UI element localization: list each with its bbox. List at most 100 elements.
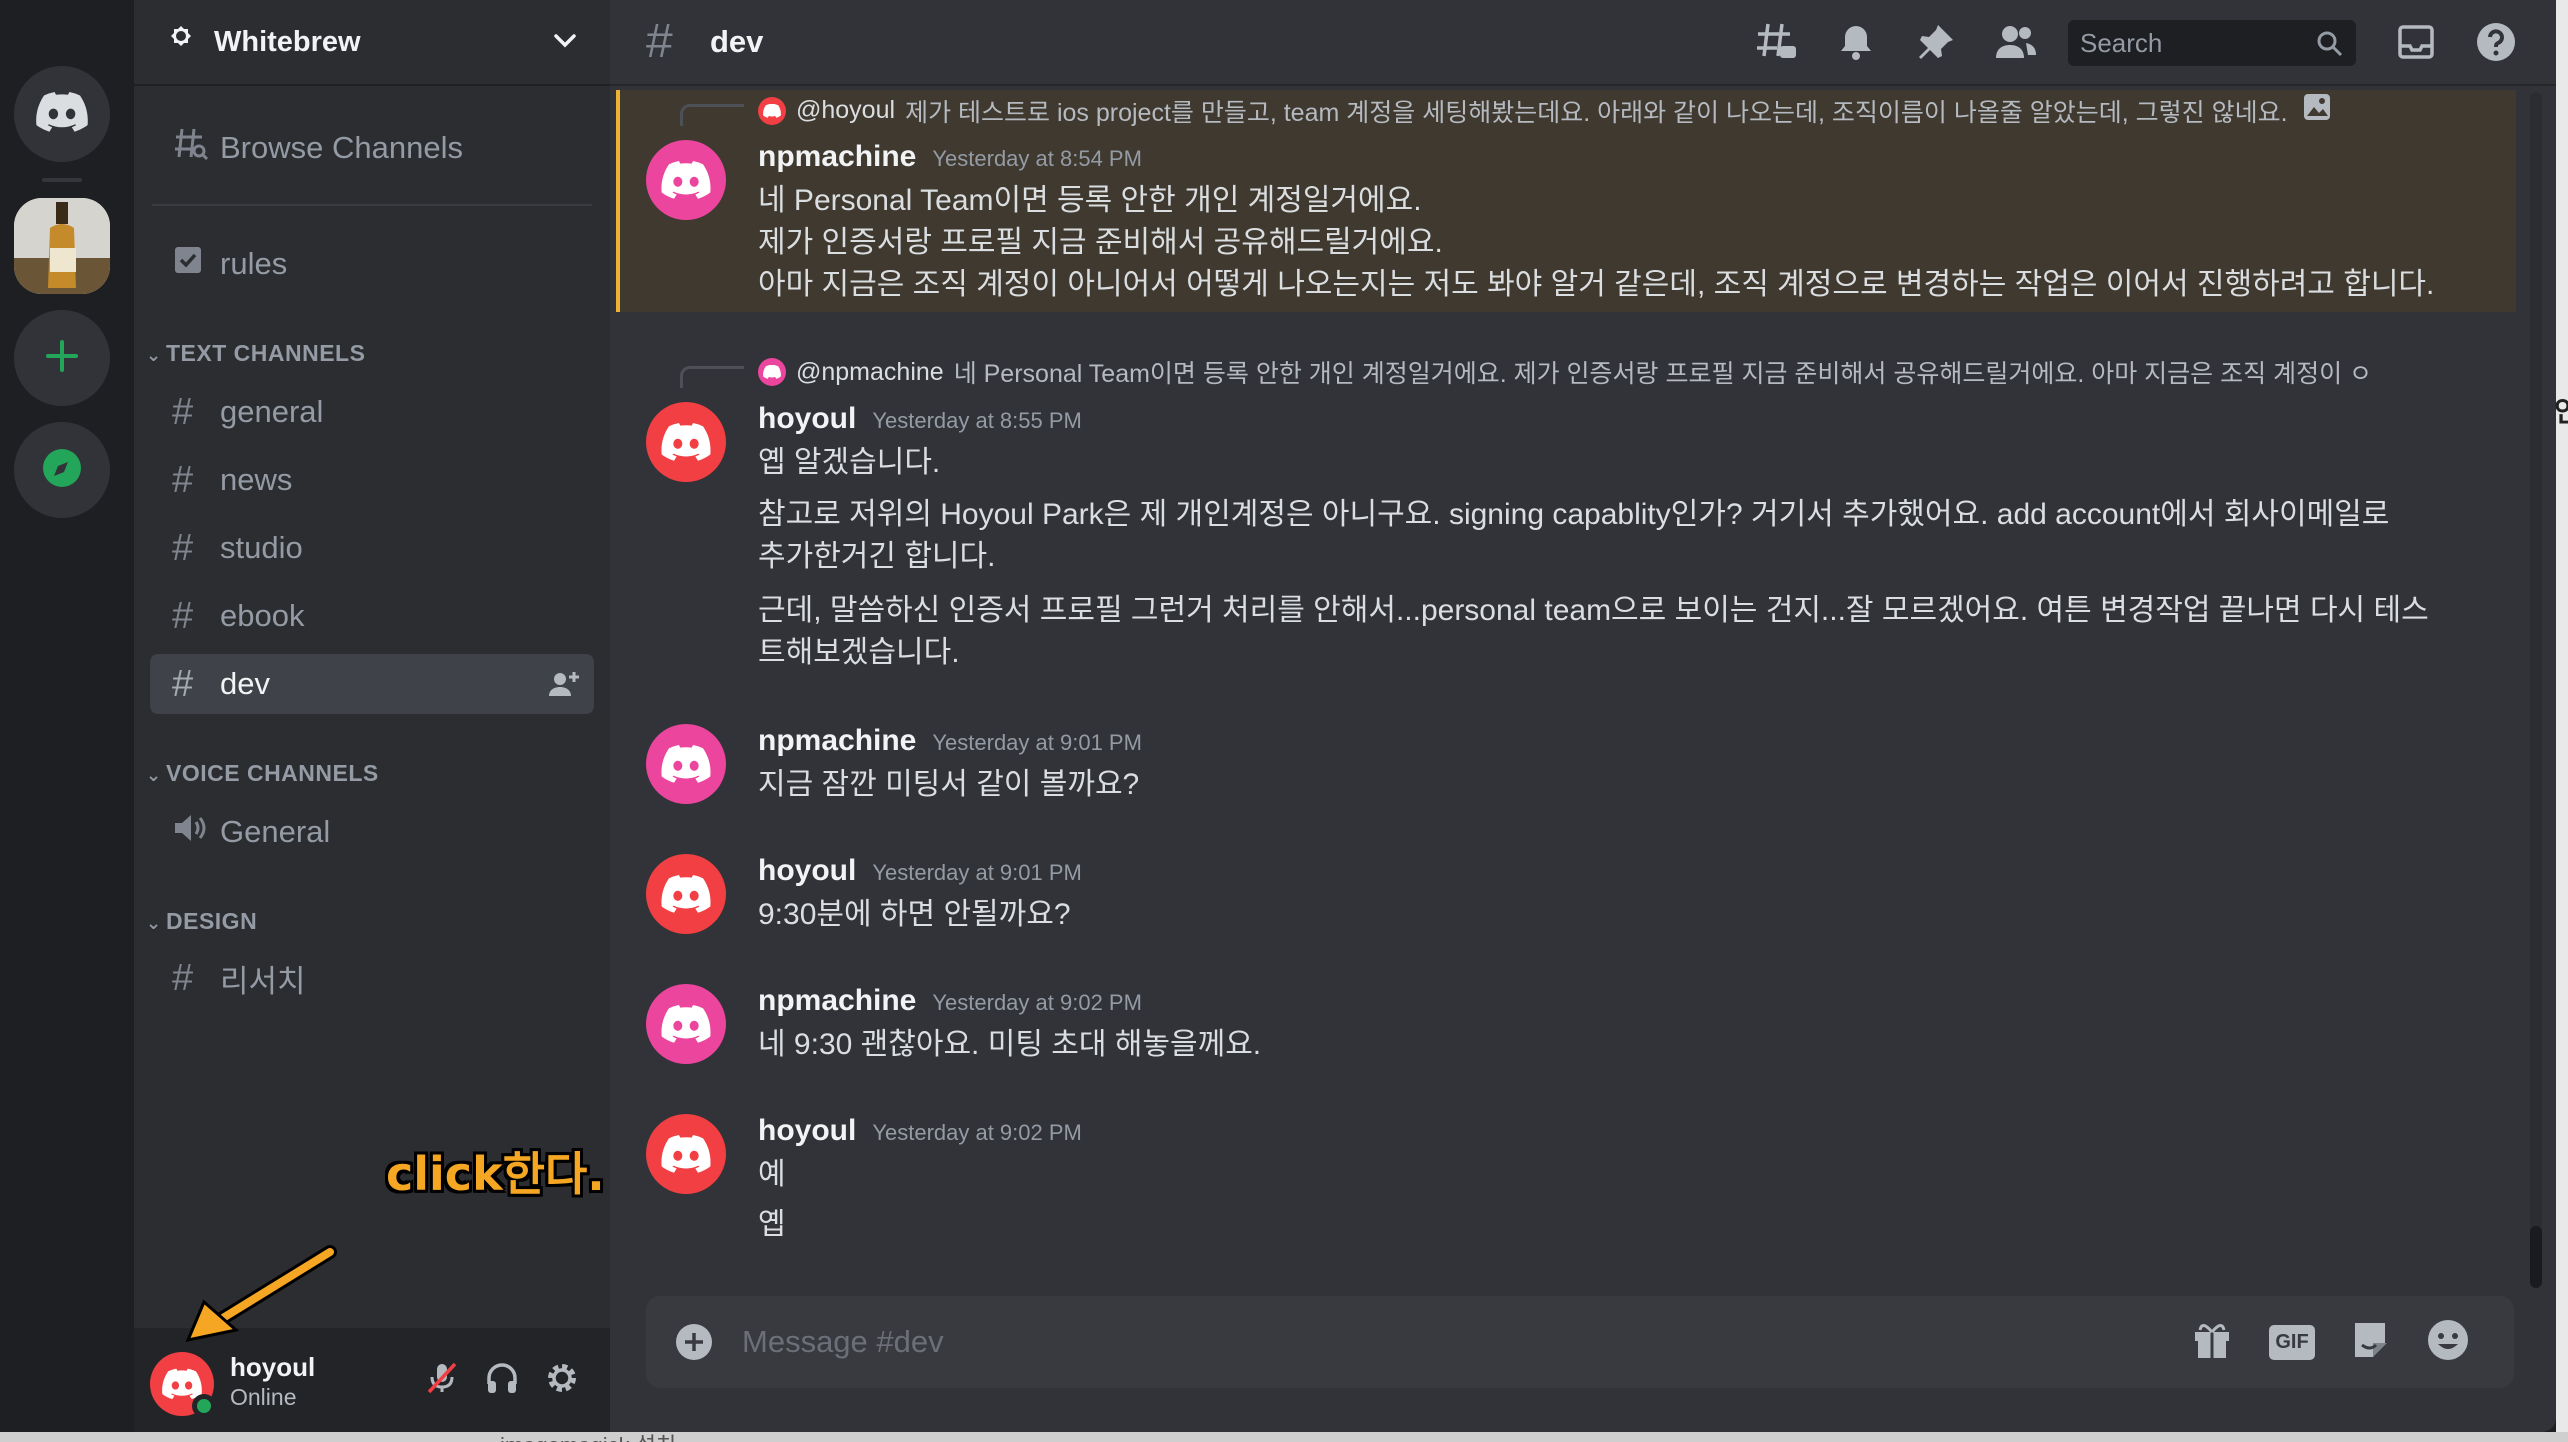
online-status-dot xyxy=(192,1394,216,1418)
chevron-down-icon[interactable] xyxy=(550,26,580,61)
desktop-edge xyxy=(2556,0,2568,1442)
help-button[interactable] xyxy=(2472,20,2520,68)
avatar[interactable] xyxy=(646,140,726,220)
browse-channels-icon xyxy=(172,125,220,171)
channel-title: dev xyxy=(710,24,764,59)
author-name[interactable]: hoyoul xyxy=(758,402,856,435)
author-name[interactable]: npmachine xyxy=(758,140,916,173)
add-server-button[interactable] xyxy=(14,310,110,406)
reply-preview[interactable]: @hoyoul 제가 테스트로 ios project를 만들고, team 계… xyxy=(758,92,2478,129)
server-icon-whitebrew[interactable] xyxy=(14,198,110,294)
author-name[interactable]: hoyoul xyxy=(758,1114,856,1147)
user-settings-button[interactable] xyxy=(540,1358,584,1402)
message-author[interactable]: npmachine Yesterday at 9:02 PM xyxy=(758,984,1142,1018)
mute-mic-icon xyxy=(424,1360,460,1401)
message-input[interactable] xyxy=(742,1320,2142,1364)
category-text-channels[interactable]: ⌄ TEXT CHANNELS xyxy=(146,340,365,367)
direct-messages-button[interactable] xyxy=(14,66,110,162)
threads-button[interactable] xyxy=(1752,20,1800,68)
hash-icon: # xyxy=(172,390,194,433)
channel-label: dev xyxy=(220,666,270,701)
server-name: Whitebrew xyxy=(214,25,361,58)
reply-mention: @hoyoul xyxy=(796,96,896,124)
reply-text: 네 Personal Team이면 등록 안한 개인 계정일거에요. 제가 인증… xyxy=(953,360,2373,388)
message-text: 아마 지금은 조직 계정이 아니어서 어떻게 나오는지는 저도 봐야 알거 같은… xyxy=(758,268,2435,301)
server-header[interactable]: Whitebrew xyxy=(134,0,610,86)
gif-button[interactable]: GIF xyxy=(2264,1318,2320,1366)
channel-label: 리서치 xyxy=(220,963,306,999)
background-window-text: 인 xyxy=(2554,396,2568,427)
message-author[interactable]: npmachine Yesterday at 9:01 PM xyxy=(758,724,1142,758)
message-timestamp: Yesterday at 9:01 PM xyxy=(932,730,1142,755)
reply-preview[interactable]: @npmachine 네 Personal Team이면 등록 안한 개인 계정… xyxy=(758,354,2478,390)
inbox-button[interactable] xyxy=(2392,20,2440,68)
notifications-button[interactable] xyxy=(1832,20,1880,68)
gift-button[interactable] xyxy=(2188,1318,2236,1366)
message-author[interactable]: hoyoul Yesterday at 8:55 PM xyxy=(758,402,1082,436)
hash-icon: # xyxy=(172,956,194,999)
channel-dev[interactable]: # dev xyxy=(150,654,594,714)
avatar[interactable] xyxy=(646,724,726,804)
browse-channels-item[interactable]: Browse Channels xyxy=(150,118,594,178)
avatar[interactable] xyxy=(646,854,726,934)
avatar[interactable] xyxy=(646,984,726,1064)
emoji-button[interactable] xyxy=(2424,1318,2472,1366)
deafen-button[interactable] xyxy=(480,1358,524,1402)
member-list-button[interactable] xyxy=(1992,20,2040,68)
sidebar-divider xyxy=(152,204,592,206)
voice-channel-general[interactable]: General xyxy=(150,802,594,862)
category-design[interactable]: ⌄ DESIGN xyxy=(146,908,257,935)
message-timestamp: Yesterday at 8:55 PM xyxy=(872,408,1082,433)
add-member-icon[interactable] xyxy=(548,670,580,706)
threads-icon xyxy=(1754,20,1798,69)
channel-ebook[interactable]: # ebook xyxy=(150,586,594,646)
channel-label: rules xyxy=(220,246,288,281)
rail-separator xyxy=(42,178,82,182)
reply-mention: @npmachine xyxy=(796,357,944,386)
pinned-messages-button[interactable] xyxy=(1912,20,1960,68)
explore-servers-button[interactable] xyxy=(14,422,110,518)
hash-icon: # xyxy=(172,526,194,569)
channel-studio[interactable]: # studio xyxy=(150,518,594,578)
mute-button[interactable] xyxy=(420,1358,464,1402)
emoji-icon xyxy=(2426,1318,2470,1367)
scrollbar-track[interactable] xyxy=(2530,92,2542,1288)
message-text: 옙 xyxy=(758,1208,786,1241)
settings-icon xyxy=(544,1360,580,1401)
search-box[interactable] xyxy=(2068,20,2356,66)
help-icon xyxy=(2475,21,2517,68)
message-timestamp: Yesterday at 9:01 PM xyxy=(872,860,1082,885)
reply-spine xyxy=(680,366,744,388)
message-author[interactable]: npmachine Yesterday at 8:54 PM xyxy=(758,140,1142,174)
category-voice-channels[interactable]: ⌄ VOICE CHANNELS xyxy=(146,760,379,787)
avatar[interactable] xyxy=(646,1114,726,1194)
author-name[interactable]: npmachine xyxy=(758,984,916,1017)
search-input[interactable] xyxy=(2080,26,2310,60)
members-icon xyxy=(1994,22,2038,67)
author-name[interactable]: npmachine xyxy=(758,724,916,757)
plus-circle-icon[interactable] xyxy=(674,1322,714,1367)
discord-icon xyxy=(661,423,711,461)
discord-icon xyxy=(661,745,711,783)
message-timestamp: Yesterday at 9:02 PM xyxy=(932,990,1142,1015)
user-name[interactable]: hoyoul xyxy=(230,1352,315,1383)
channel-label: news xyxy=(220,462,293,497)
channel-label: general xyxy=(220,394,324,429)
scrollbar-thumb[interactable] xyxy=(2530,1226,2542,1288)
hash-icon: # xyxy=(172,458,194,501)
message-author[interactable]: hoyoul Yesterday at 9:01 PM xyxy=(758,854,1082,888)
message-author[interactable]: hoyoul Yesterday at 9:02 PM xyxy=(758,1114,1082,1148)
message-text: 네 Personal Team이면 등록 안한 개인 계정일거에요. xyxy=(758,184,1422,217)
channel-research[interactable]: # 리서치 xyxy=(150,948,594,1008)
channel-news[interactable]: # news xyxy=(150,450,594,510)
sticker-button[interactable] xyxy=(2346,1318,2394,1366)
avatar[interactable] xyxy=(646,402,726,482)
author-name[interactable]: hoyoul xyxy=(758,854,856,887)
message-text: 지금 잠깐 미팅서 같이 볼까요? xyxy=(758,768,1140,801)
channel-rules[interactable]: rules xyxy=(150,234,594,294)
browse-channels-label: Browse Channels xyxy=(220,130,463,165)
message-text: 옙 알겠습니다. xyxy=(758,446,941,479)
channel-general[interactable]: # general xyxy=(150,382,594,442)
explore-icon xyxy=(40,446,84,495)
message-text: 예 xyxy=(758,1158,786,1191)
